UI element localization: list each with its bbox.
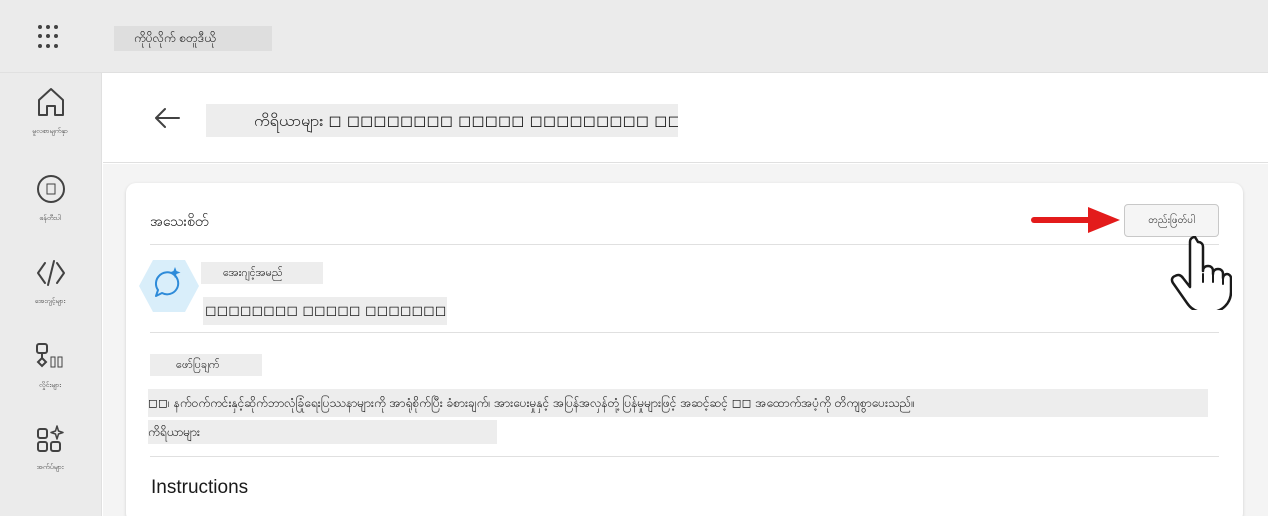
- apps-icon: [37, 425, 64, 452]
- description-text: ◻◻၊ နက်ဝက်ကင်းနှင့်ဆိုက်ဘာလုံခြုံရေးပြဿန…: [148, 389, 1208, 417]
- red-arrow-icon: [1031, 207, 1120, 233]
- nav-label-apps: အက်ပ်များ: [36, 463, 64, 471]
- flow-icon: [36, 343, 63, 368]
- left-nav-rail: မူလစာမျက်နှာ ဖန်တီးပါ အေးဂျင့်များ လှိုင…: [0, 73, 102, 516]
- description-label: ဖော်ပြချက်: [150, 354, 262, 376]
- nav-item-apps[interactable]: အက်ပ်များ: [0, 423, 102, 503]
- edit-button[interactable]: တည်းဖြတ်ပါ: [1124, 204, 1219, 237]
- nav-item-flows[interactable]: လှိုင်းများ: [0, 341, 102, 421]
- nav-label-create: ဖန်တီးပါ: [39, 214, 61, 222]
- nav-label-flows: လှိုင်းများ: [39, 381, 61, 389]
- page-title: ကိရိယာများ ◻ ◻◻◻◻◻◻◻◻ ◻◻◻◻◻ ◻◻◻◻◻◻◻◻◻ ◻◻…: [206, 104, 678, 137]
- nav-label-agents: အေးဂျင့်များ: [34, 297, 66, 305]
- instructions-heading: Instructions: [151, 477, 249, 498]
- divider: [150, 332, 1219, 333]
- create-icon: [37, 175, 65, 203]
- nav-item-create[interactable]: ဖန်တီးပါ: [0, 172, 102, 252]
- agent-name-label: အေးဂျင့်အမည်: [201, 262, 323, 284]
- divider: [150, 456, 1219, 457]
- home-icon: [38, 88, 64, 116]
- hand-pointer-icon: [1170, 236, 1232, 310]
- app-launcher-icon[interactable]: [38, 25, 62, 49]
- divider: [150, 244, 1219, 245]
- back-arrow-icon[interactable]: [153, 106, 181, 130]
- page-header: ကိရိယာများ ◻ ◻◻◻◻◻◻◻◻ ◻◻◻◻◻ ◻◻◻◻◻◻◻◻◻ ◻◻…: [103, 73, 1268, 163]
- code-icon: [37, 260, 65, 286]
- app-title[interactable]: ကိုပိုလိုက် စတူဒီယို: [114, 26, 272, 51]
- nav-item-home[interactable]: မူလစာမျက်နှာ: [0, 85, 102, 165]
- nav-item-agents[interactable]: အေးဂျင့်များ: [0, 257, 102, 337]
- nav-label-home: မူလစာမျက်နှာ: [32, 127, 68, 135]
- agent-name-value: ◻◻◻◻◻◻◻◻ ◻◻◻◻◻ ◻◻◻◻◻◻◻◻◻ ◻◻◻: [203, 297, 447, 325]
- top-bar: ကိုပိုလိုက် စတူဒီယို: [0, 0, 1268, 73]
- details-section-title: အသေးစိတ်: [150, 214, 209, 230]
- description-text-continued: ကိရိယာများ: [148, 420, 497, 444]
- agent-avatar-icon: [139, 260, 199, 312]
